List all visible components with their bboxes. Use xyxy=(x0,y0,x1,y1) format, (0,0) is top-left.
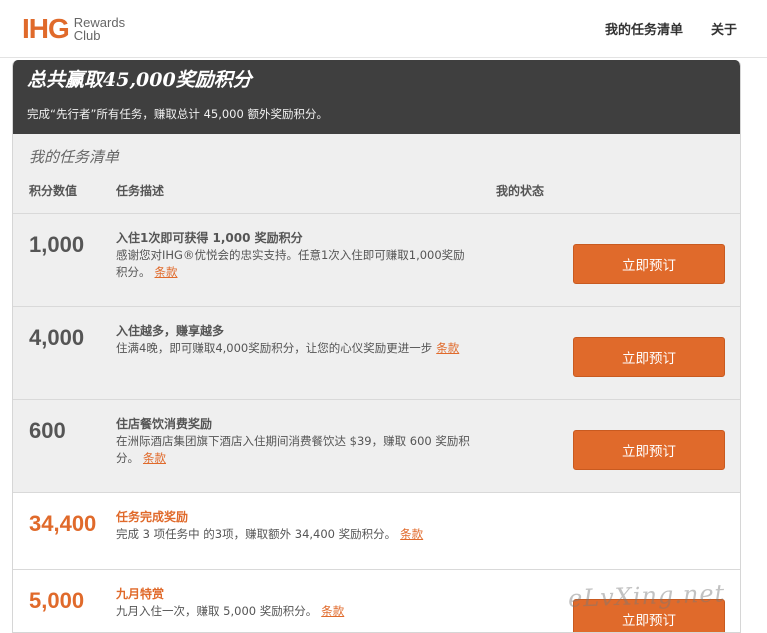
promo-banner: 总共赢取45,000奖励积分 完成“先行者”所有任务，赚取总计 45,000 额… xyxy=(13,60,740,134)
terms-link[interactable]: 条款 xyxy=(321,604,344,618)
task-points: 1,000 xyxy=(29,232,85,257)
column-status: 我的状态 xyxy=(496,184,545,198)
terms-link[interactable]: 条款 xyxy=(155,265,178,279)
book-now-button[interactable]: 立即预订 xyxy=(573,599,725,632)
task-info: 九月特赏 九月入住一次，赚取 5,000 奖励积分。 条款 xyxy=(116,586,471,620)
task-description: 住满4晚，即可赚取4,000奖励积分，让您的心仪奖励更进一步 条款 xyxy=(116,341,460,355)
task-description: 感谢您对IHG®优悦会的忠实支持。任意1次入住即可赚取1,000奖励积分。 条款 xyxy=(116,248,465,279)
ihg-logo-mark: IHG xyxy=(22,13,70,44)
book-now-button[interactable]: 立即预订 xyxy=(573,337,725,377)
book-now-button[interactable]: 立即预订 xyxy=(573,244,725,284)
ihg-rewards-logo[interactable]: IHG Rewards Club xyxy=(22,15,125,43)
task-info: 入住越多，赚享越多 住满4晚，即可赚取4,000奖励积分，让您的心仪奖励更进一步… xyxy=(116,323,471,357)
bonus-row: 34,400 任务完成奖励 完成 3 项任务中 的3项，赚取额外 34,400 … xyxy=(13,493,740,570)
task-title: 入住越多，赚享越多 xyxy=(116,324,225,338)
top-nav: 我的任务清单 关于 xyxy=(605,19,737,38)
task-title: 入住1次即可获得 1,000 奖励积分 xyxy=(116,231,303,245)
nav-about[interactable]: 关于 xyxy=(711,19,737,38)
task-info: 住店餐饮消费奖励 在洲际酒店集团旗下酒店入住期间消费餐饮达 $39，赚取 600… xyxy=(116,416,471,467)
task-description: 九月入住一次，赚取 5,000 奖励积分。 条款 xyxy=(116,604,345,618)
task-row: 4,000 入住越多，赚享越多 住满4晚，即可赚取4,000奖励积分，让您的心仪… xyxy=(13,307,740,400)
task-row: 600 住店餐饮消费奖励 在洲际酒店集团旗下酒店入住期间消费餐饮达 $39，赚取… xyxy=(13,400,740,493)
task-info: 入住1次即可获得 1,000 奖励积分 感谢您对IHG®优悦会的忠实支持。任意1… xyxy=(116,230,471,281)
task-points: 4,000 xyxy=(29,325,85,350)
task-points: 34,400 xyxy=(29,511,97,536)
banner-title: 总共赢取45,000奖励积分 xyxy=(27,69,252,91)
terms-link[interactable]: 条款 xyxy=(436,341,459,355)
task-title: 九月特赏 xyxy=(116,587,165,601)
logo-text: Rewards Club xyxy=(73,15,126,43)
terms-link[interactable]: 条款 xyxy=(143,451,166,465)
challenge-card: 总共赢取45,000奖励积分 完成“先行者”所有任务，赚取总计 45,000 额… xyxy=(12,60,741,633)
terms-link[interactable]: 条款 xyxy=(400,527,423,541)
top-bar: IHG Rewards Club 我的任务清单 关于 xyxy=(0,0,767,58)
task-points: 600 xyxy=(29,418,66,443)
column-description: 任务描述 xyxy=(116,184,165,198)
task-description: 完成 3 项任务中 的3项，赚取额外 34,400 奖励积分。 条款 xyxy=(116,527,424,541)
task-description: 在洲际酒店集团旗下酒店入住期间消费餐饮达 $39，赚取 600 奖励积分。 条款 xyxy=(116,434,470,465)
book-now-button[interactable]: 立即预订 xyxy=(573,430,725,470)
task-row: 1,000 入住1次即可获得 1,000 奖励积分 感谢您对IHG®优悦会的忠实… xyxy=(13,214,740,307)
banner-subtitle: 完成“先行者”所有任务，赚取总计 45,000 额外奖励积分。 xyxy=(27,107,328,121)
task-list-header: 我的任务清单 积分数值 任务描述 我的状态 xyxy=(13,134,740,214)
nav-my-tasks[interactable]: 我的任务清单 xyxy=(605,19,683,38)
task-title: 任务完成奖励 xyxy=(116,510,189,524)
task-points: 5,000 xyxy=(29,588,85,613)
task-info: 任务完成奖励 完成 3 项任务中 的3项，赚取额外 34,400 奖励积分。 条款 xyxy=(116,509,471,543)
column-points: 积分数值 xyxy=(29,184,78,198)
task-list-title: 我的任务清单 xyxy=(29,148,120,166)
task-title: 住店餐饮消费奖励 xyxy=(116,417,213,431)
bonus-row: 5,000 九月特赏 九月入住一次，赚取 5,000 奖励积分。 条款 立即预订 xyxy=(13,570,740,632)
